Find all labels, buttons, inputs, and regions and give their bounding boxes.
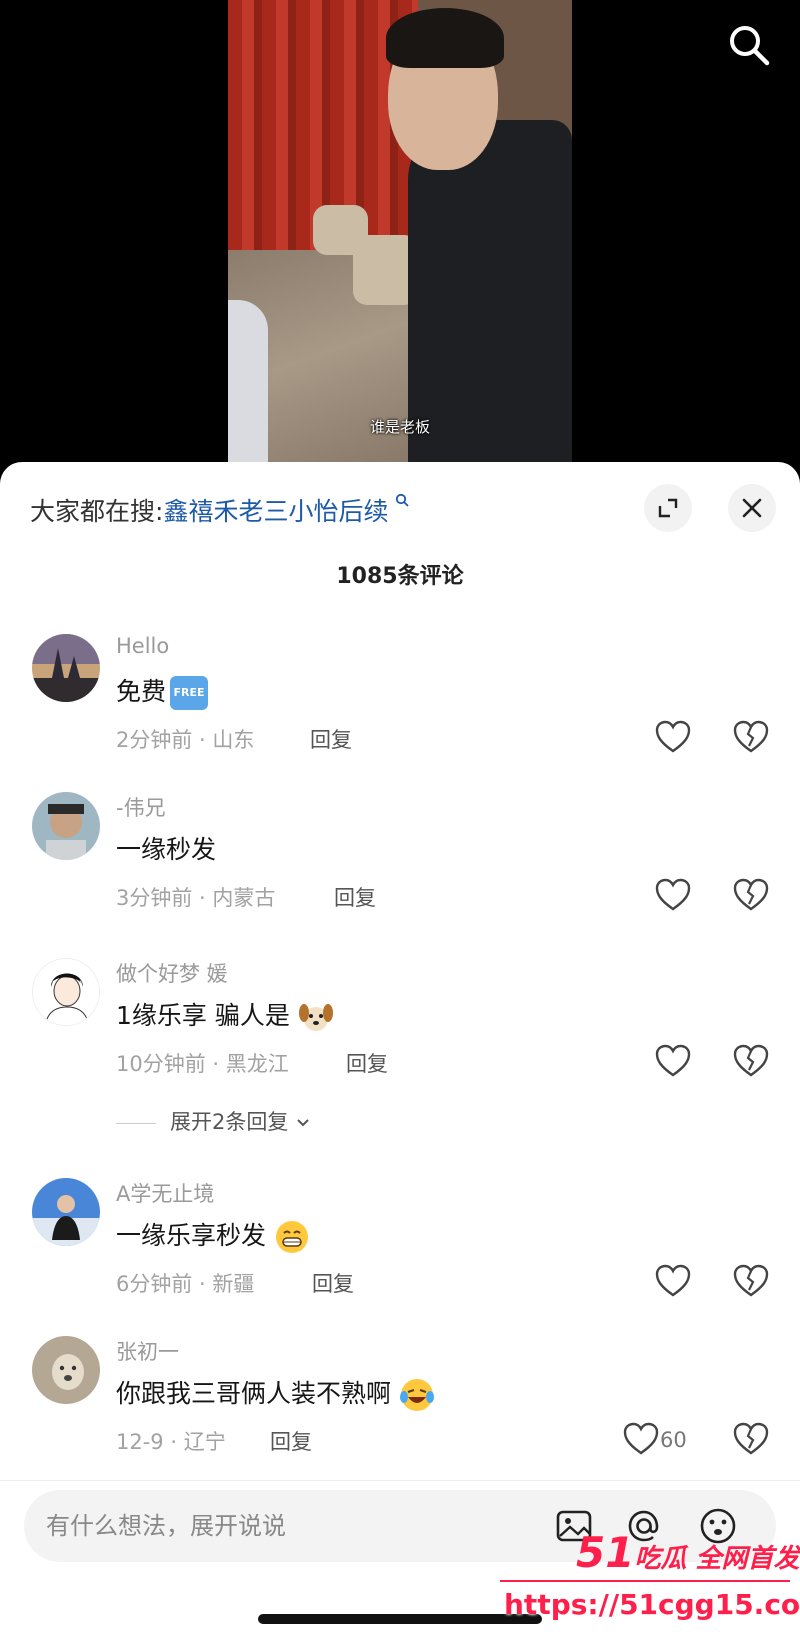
comment-meta: 6分钟前 · 新疆 — [116, 1272, 255, 1296]
home-indicator[interactable] — [258, 1614, 542, 1624]
heart-icon[interactable] — [622, 1422, 660, 1456]
comment-count: 1085条评论 — [336, 564, 464, 589]
comment-meta: 3分钟前 · 内蒙古 — [116, 886, 276, 910]
like-count: 60 — [660, 1428, 687, 1452]
comment-meta: 12-9 · 辽宁 — [116, 1430, 226, 1454]
reply-button[interactable]: 回复 — [310, 724, 352, 754]
broken-heart-icon[interactable] — [732, 878, 770, 912]
expand-replies-button[interactable]: 展开2条回复 — [116, 1106, 311, 1136]
comment-sheet: 大家都在搜:鑫禧禾老三小怡后续 1085条评论 Hello 免费 FREE 2分… — [0, 462, 800, 1640]
comment-user[interactable]: A学无止境 — [116, 1178, 214, 1208]
comment-time: 2分钟前 — [116, 728, 193, 752]
comment-text-content: 免费 — [116, 677, 167, 706]
hot-search-link[interactable]: 大家都在搜:鑫禧禾老三小怡后续 — [30, 492, 409, 528]
comment-text-content: 一缘乐享秒发 — [116, 1221, 267, 1250]
broken-heart-icon[interactable] — [732, 1422, 770, 1456]
video-player[interactable]: 谁是老板 — [0, 0, 800, 470]
watermark-url: https://51cgg15.com — [504, 1588, 800, 1621]
comment-location: 黑龙江 — [225, 1052, 289, 1076]
chevron-down-icon — [295, 1110, 311, 1134]
divider — [116, 1122, 156, 1124]
comment-text: 1缘乐享 骗人是 — [116, 996, 334, 1035]
comment-time: 12-9 — [116, 1430, 164, 1454]
reply-button[interactable]: 回复 — [270, 1426, 312, 1456]
small-search-icon — [389, 492, 409, 511]
comment-time: 6分钟前 — [116, 1272, 193, 1296]
dog-emoji — [298, 999, 334, 1035]
comment-input[interactable] — [46, 1508, 516, 1544]
broken-heart-icon[interactable] — [732, 1044, 770, 1078]
avatar[interactable] — [32, 958, 100, 1026]
avatar[interactable] — [32, 1178, 100, 1246]
expand-replies-label: 展开2条回复 — [170, 1110, 289, 1134]
comment-location: 内蒙古 — [212, 886, 276, 910]
avatar[interactable] — [32, 1336, 100, 1404]
hot-search-keyword[interactable]: 鑫禧禾老三小怡后续 — [163, 497, 388, 526]
comment-time: 10分钟前 — [116, 1052, 206, 1076]
video-subtitle: 谁是老板 — [369, 418, 430, 436]
comment-text-content: 1缘乐享 骗人是 — [116, 1001, 290, 1030]
reply-button[interactable]: 回复 — [334, 882, 376, 912]
expand-icon[interactable] — [644, 484, 692, 532]
watermark-brand: 51吃瓜 全网首发 — [576, 1528, 800, 1577]
comment-meta: 10分钟前 · 黑龙江 — [116, 1052, 289, 1076]
hot-search-prefix: 大家都在搜: — [30, 497, 164, 526]
reply-button[interactable]: 回复 — [312, 1268, 354, 1298]
comment-text: 一缘秒发 — [116, 835, 217, 864]
heart-icon[interactable] — [654, 1044, 692, 1078]
video-frame: 谁是老板 — [228, 0, 572, 470]
search-icon[interactable] — [726, 22, 772, 68]
heart-icon[interactable] — [654, 1264, 692, 1298]
comment-location: 辽宁 — [183, 1430, 226, 1454]
comment-location: 山东 — [212, 728, 255, 752]
watermark-slogan: 吃瓜 全网首发 — [634, 1544, 800, 1574]
video-sleeve — [228, 300, 268, 470]
comment-text: 你跟我三哥俩人装不熟啊 — [116, 1374, 435, 1413]
laugh-cry-emoji — [399, 1377, 435, 1413]
comment-meta: 2分钟前 · 山东 — [116, 728, 255, 752]
divider — [0, 1480, 800, 1481]
comment-user[interactable]: 张初一 — [116, 1336, 179, 1366]
comment-user[interactable]: -伟兄 — [116, 792, 166, 822]
comment-text-content: 你跟我三哥俩人装不熟啊 — [116, 1379, 392, 1408]
avatar[interactable] — [32, 792, 100, 860]
video-person-hair — [386, 8, 504, 68]
free-emoji: FREE — [170, 676, 209, 710]
watermark-line — [500, 1580, 790, 1582]
comment-time: 3分钟前 — [116, 886, 193, 910]
broken-heart-icon[interactable] — [732, 1264, 770, 1298]
comment-location: 新疆 — [212, 1272, 255, 1296]
broken-heart-icon[interactable] — [732, 720, 770, 754]
comment-user[interactable]: 做个好梦 媛 — [116, 958, 228, 988]
heart-icon[interactable] — [654, 720, 692, 754]
avatar[interactable] — [32, 634, 100, 702]
close-icon[interactable] — [728, 484, 776, 532]
comment-text: 一缘乐享秒发 — [116, 1216, 310, 1255]
grin-emoji — [274, 1219, 310, 1255]
comment-user[interactable]: Hello — [116, 634, 169, 658]
reply-button[interactable]: 回复 — [346, 1048, 388, 1078]
watermark-number: 51 — [576, 1528, 635, 1577]
heart-icon[interactable] — [654, 878, 692, 912]
comment-text: 免费 FREE — [116, 672, 209, 710]
